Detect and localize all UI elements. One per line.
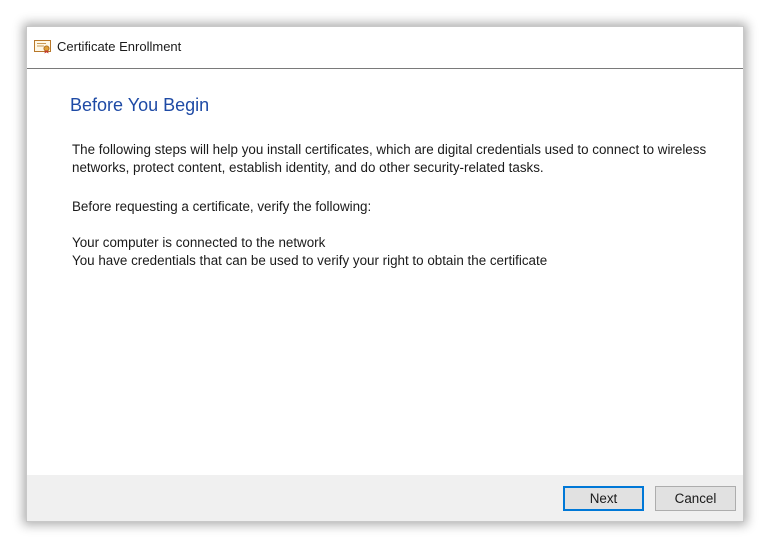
- requirement-item: Your computer is connected to the networ…: [72, 235, 326, 250]
- next-button[interactable]: Next: [563, 486, 644, 511]
- cancel-button[interactable]: Cancel: [655, 486, 736, 511]
- window-title: Certificate Enrollment: [57, 39, 182, 54]
- certificate-enrollment-window: Certificate Enrollment Before You Begin …: [26, 26, 744, 522]
- intro-text: The following steps will help you instal…: [72, 142, 707, 175]
- page-heading: Before You Begin: [70, 95, 210, 115]
- title-bar: Certificate Enrollment: [27, 27, 743, 69]
- verify-prompt: Before requesting a certificate, verify …: [72, 199, 372, 214]
- certificate-icon: [34, 40, 51, 54]
- requirement-item: You have credentials that can be used to…: [72, 253, 548, 268]
- requirements-list: Your computer is connected to the networ…: [72, 234, 732, 270]
- button-bar: Next Cancel: [27, 475, 743, 521]
